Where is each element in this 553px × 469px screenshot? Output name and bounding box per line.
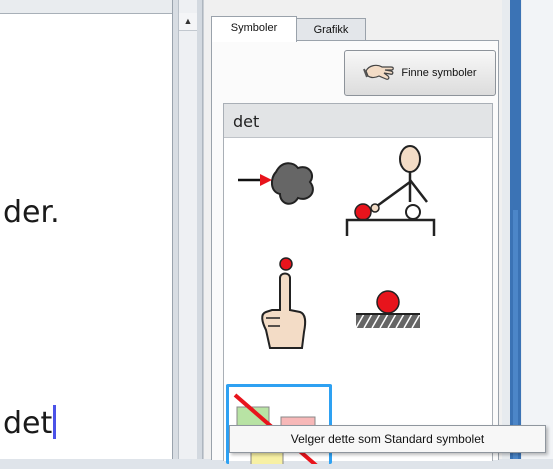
person-pointing-at-ball-symbol[interactable]: [339, 144, 449, 239]
document-scrollbar[interactable]: ▲: [178, 0, 198, 459]
find-symbols-label: Finne symboler: [401, 67, 477, 79]
arrow-to-blob-symbol[interactable]: [234, 152, 334, 222]
symbol-word-header: det: [224, 104, 492, 138]
find-symbols-button[interactable]: Finne symboler: [344, 50, 496, 96]
scroll-up-arrow-icon[interactable]: ▲: [179, 13, 197, 31]
symbol-word: det: [233, 112, 260, 131]
finger-pointing-symbol[interactable]: [246, 252, 316, 352]
text-caret: [53, 405, 57, 439]
document-text-line[interactable]: der.: [3, 195, 60, 230]
window-background: [522, 0, 553, 459]
window-edge-highlight: [513, 210, 518, 459]
document-area[interactable]: der. det: [0, 0, 173, 459]
symbol-panel: Symboler Grafikk Finne symboler det: [203, 0, 502, 469]
hand-icon: [363, 64, 395, 80]
document-text-line-current[interactable]: det: [3, 405, 57, 441]
ball-on-ground-symbol[interactable]: [342, 276, 442, 346]
tab-grafikk[interactable]: Grafikk: [296, 18, 366, 41]
tab-content: Finne symboler det: [211, 40, 499, 469]
symbol-list: det: [223, 103, 493, 469]
tooltip: Velger dette som Standard symbolet: [229, 425, 546, 453]
tab-symboler[interactable]: Symboler: [211, 16, 297, 42]
document-top-border: [0, 0, 172, 14]
